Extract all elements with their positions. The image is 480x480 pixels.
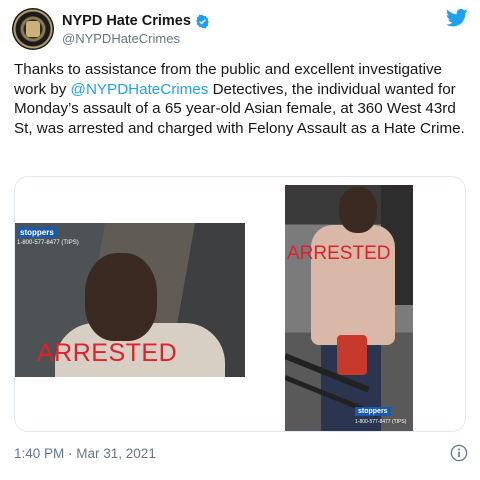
info-icon[interactable] [450, 444, 468, 462]
arrested-overlay: ARRESTED [287, 243, 391, 264]
crimestoppers-phone: 1-800-577-8477 (TIPS) [355, 419, 407, 425]
suspect-photo-full[interactable]: ARRESTED stoppers 1-800-577-8477 (TIPS) [285, 185, 413, 431]
mention-link[interactable]: @NYPDHateCrimes [71, 81, 209, 98]
verified-badge-icon [196, 14, 209, 28]
media-container[interactable]: stoppers 1-800-577-8477 (TIPS) ARRESTED … [14, 176, 466, 432]
tweet-card: NYPD Hate Crimes @NYPDHateCrimes Thanks … [0, 0, 480, 480]
suspect-photo-closeup[interactable]: stoppers 1-800-577-8477 (TIPS) ARRESTED [15, 223, 245, 377]
crimestoppers-phone: 1-800-577-8477 (TIPS) [17, 240, 79, 246]
tweet-header: NYPD Hate Crimes @NYPDHateCrimes [12, 8, 468, 52]
photo-head [339, 187, 377, 233]
crimestoppers-logo: stoppers [355, 407, 391, 416]
photo-head [85, 253, 157, 341]
tweet-text: Thanks to assistance from the public and… [14, 60, 474, 138]
avatar[interactable] [12, 8, 54, 50]
twitter-bird-icon[interactable] [446, 8, 468, 28]
display-name[interactable]: NYPD Hate Crimes [62, 13, 191, 29]
photo-red-bag [337, 335, 367, 375]
nypd-seal-icon [26, 21, 40, 37]
name-row: NYPD Hate Crimes [62, 12, 210, 30]
tweet-timestamp[interactable]: 1:40 PM · Mar 31, 2021 [14, 446, 156, 461]
arrested-overlay: ARRESTED [37, 339, 178, 367]
handle[interactable]: @NYPDHateCrimes [62, 31, 180, 46]
crimestoppers-logo: stoppers [17, 227, 57, 238]
